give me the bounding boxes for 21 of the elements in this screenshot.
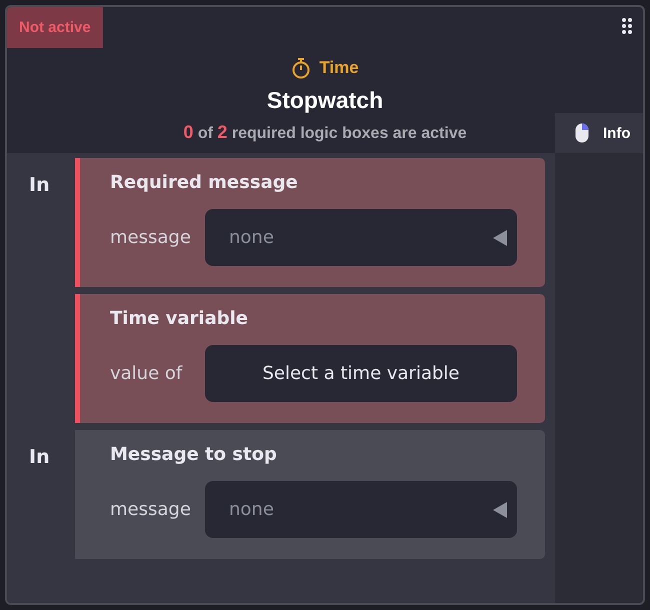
caret-icon: [493, 230, 507, 246]
caret-icon: [493, 502, 507, 518]
port-label: In: [29, 446, 50, 468]
category-label: Time: [319, 58, 359, 78]
field-label: message: [110, 499, 192, 520]
mouse-icon: [575, 123, 589, 143]
block-title: Required message: [110, 172, 299, 193]
stopwatch-icon: [291, 57, 312, 79]
select-button[interactable]: Select a time variable: [205, 345, 517, 402]
block-title: Message to stop: [110, 444, 278, 465]
field-label: message: [110, 227, 192, 248]
status-badge: Not active: [7, 7, 103, 48]
node-title: Stopwatch: [266, 87, 384, 114]
field-label: value of: [110, 363, 184, 384]
dropdown-field[interactable]: none: [205, 209, 517, 266]
requirement-status: 0 of 2 required logic boxes are active: [183, 122, 467, 143]
block-title: Time variable: [110, 308, 250, 329]
drag-handle-icon[interactable]: [621, 17, 633, 35]
dropdown-field[interactable]: none: [205, 481, 517, 538]
port-label: In: [29, 174, 50, 196]
info-tab[interactable]: Info: [555, 113, 643, 153]
